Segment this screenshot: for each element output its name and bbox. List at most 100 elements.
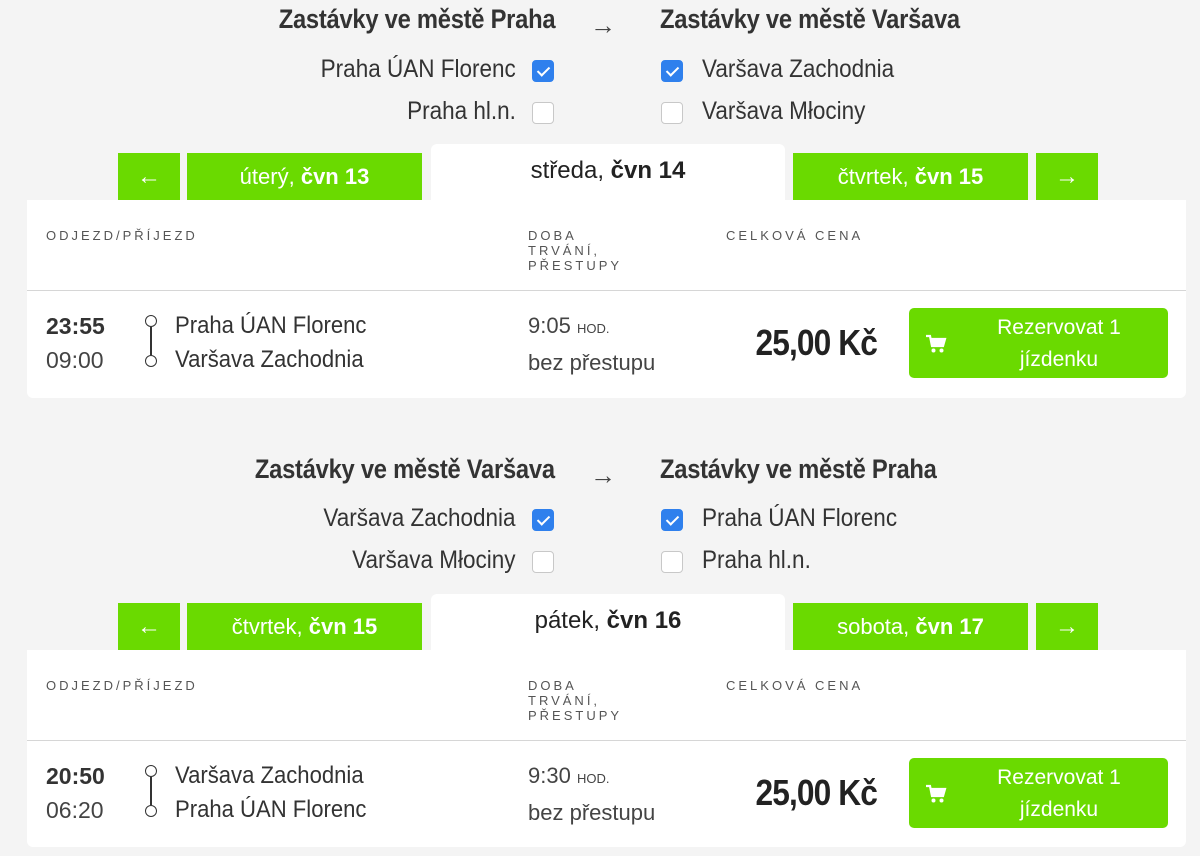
date-tabs: ← čtvrtek, čvn 15 pátek, čvn 16 sobota, … (0, 594, 1200, 650)
duration-unit: HOD. (576, 771, 610, 786)
cart-icon (926, 784, 947, 803)
route-header: Zastávky ve městě Praha → Zastávky ve mě… (0, 4, 1200, 44)
to-stop-checkbox[interactable] (661, 551, 683, 573)
tab-date: čvn 13 (300, 164, 370, 189)
column-header-price: CELKOVÁ CENA (726, 228, 864, 243)
from-stop-label: Praha ÚAN Florenc (320, 55, 516, 83)
tab-date: čvn 14 (610, 157, 686, 184)
tab-weekday: čtvrtek, (231, 614, 303, 639)
date-tabs: ← úterý, čvn 13 středa, čvn 14 čtvrtek, … (0, 144, 1200, 200)
to-station: Varšava Zachodnia (175, 346, 364, 373)
from-stop-label: Praha hl.n. (407, 97, 516, 125)
tab-next-day[interactable]: sobota, čvn 17 (793, 603, 1028, 650)
from-station: Varšava Zachodnia (175, 762, 364, 789)
duration-unit: HOD. (576, 321, 610, 336)
next-arrow-button[interactable]: → (1036, 603, 1098, 650)
duration-value: 9:05 (528, 313, 571, 338)
to-stop-label: Praha hl.n. (702, 546, 811, 574)
from-stop-checkbox[interactable] (532, 509, 554, 531)
tab-weekday: sobota, (837, 614, 910, 639)
from-stop-checkbox[interactable] (532, 102, 554, 124)
column-header-line: TRVÁNÍ, (528, 693, 601, 708)
divider (27, 740, 1186, 741)
from-city-title: Zastávky ve městě Varšava (255, 454, 555, 484)
route-end-dot (145, 355, 157, 367)
book-label-line: Rezervovat 1 (997, 766, 1121, 789)
trip-duration: 9:05 HOD. (528, 313, 609, 339)
route-line-icon (145, 315, 159, 367)
route-start-dot (145, 765, 157, 777)
next-arrow-button[interactable]: → (1036, 153, 1098, 200)
divider (27, 290, 1186, 291)
total-price: 25,00 Kč (755, 772, 877, 813)
results-card: ODJEZD/PŘÍJEZD DOBA TRVÁNÍ, PŘESTUPY CEL… (27, 650, 1186, 847)
direction-arrow: → (590, 10, 616, 40)
route-end-dot (145, 805, 157, 817)
to-city-title: Zastávky ve městě Praha (660, 454, 937, 484)
book-ticket-button[interactable]: Rezervovat 1 jízdenku (909, 308, 1168, 378)
to-stop-label: Varšava Młociny (702, 97, 866, 125)
tab-active-day[interactable]: pátek, čvn 16 (431, 594, 785, 650)
duration-value: 9:30 (528, 763, 571, 788)
column-header-line: PŘESTUPY (528, 708, 623, 723)
from-stop-label: Varšava Młociny (352, 546, 516, 574)
column-header-departure: ODJEZD/PŘÍJEZD (46, 228, 198, 243)
prev-arrow-button[interactable]: ← (118, 153, 180, 200)
tab-weekday: středa, (530, 157, 604, 184)
book-ticket-button[interactable]: Rezervovat 1 jízdenku (909, 758, 1168, 828)
from-city-title: Zastávky ve městě Praha (278, 4, 555, 34)
from-station: Praha ÚAN Florenc (175, 312, 367, 339)
to-station: Praha ÚAN Florenc (175, 796, 367, 823)
to-stop-checkbox[interactable] (661, 102, 683, 124)
tab-weekday: čtvrtek, (837, 164, 909, 189)
direction-arrow: → (590, 460, 616, 490)
book-label-line: jízdenku (1019, 348, 1099, 371)
transfers-info: bez přestupu (528, 350, 656, 375)
column-header-line: DOBA (528, 228, 577, 243)
transfers-info: bez přestupu (528, 800, 656, 825)
results-card: ODJEZD/PŘÍJEZD DOBA TRVÁNÍ, PŘESTUPY CEL… (27, 200, 1186, 398)
book-button-label: Rezervovat 1 jízdenku (969, 762, 1149, 826)
column-header-line: PŘESTUPY (528, 258, 623, 273)
arrival-time: 09:00 (46, 347, 104, 373)
prev-arrow-button[interactable]: ← (118, 603, 180, 650)
tab-active-day[interactable]: středa, čvn 14 (431, 144, 785, 200)
route-connector (150, 777, 152, 805)
departure-time: 20:50 (46, 763, 105, 789)
book-label-line: jízdenku (1019, 798, 1099, 821)
to-city-title: Zastávky ve městě Varšava (660, 4, 960, 34)
tab-previous-day[interactable]: čtvrtek, čvn 15 (187, 603, 422, 650)
trip-duration: 9:30 HOD. (528, 763, 609, 789)
column-header-duration: DOBA TRVÁNÍ, PŘESTUPY (528, 228, 622, 273)
tab-date: čvn 15 (308, 614, 378, 639)
from-stop-label: Varšava Zachodnia (323, 504, 516, 532)
route-line-icon (145, 765, 159, 817)
tab-next-day[interactable]: čtvrtek, čvn 15 (793, 153, 1028, 200)
arrival-time: 06:20 (46, 797, 104, 823)
cart-icon (926, 334, 947, 353)
tab-date: čvn 17 (915, 614, 984, 639)
route-connector (150, 327, 152, 355)
to-stop-checkbox[interactable] (661, 60, 683, 82)
book-label-line: Rezervovat 1 (997, 316, 1121, 339)
from-stop-checkbox[interactable] (532, 551, 554, 573)
route-header: Zastávky ve městě Varšava → Zastávky ve … (0, 454, 1200, 494)
to-stop-label: Praha ÚAN Florenc (702, 504, 898, 532)
column-header-line: DOBA (528, 678, 577, 693)
tab-date: čvn 16 (606, 607, 682, 634)
tab-date: čvn 15 (914, 164, 984, 189)
to-stop-checkbox[interactable] (661, 509, 683, 531)
to-stop-label: Varšava Zachodnia (702, 55, 895, 83)
from-stop-checkbox[interactable] (532, 60, 554, 82)
column-header-duration: DOBA TRVÁNÍ, PŘESTUPY (528, 678, 622, 723)
column-header-price: CELKOVÁ CENA (726, 678, 864, 693)
route-start-dot (145, 315, 157, 327)
column-header-departure: ODJEZD/PŘÍJEZD (46, 678, 198, 693)
tab-previous-day[interactable]: úterý, čvn 13 (187, 153, 422, 200)
tab-weekday: pátek, (534, 607, 600, 634)
total-price: 25,00 Kč (755, 322, 877, 363)
departure-time: 23:55 (46, 313, 105, 339)
column-header-line: TRVÁNÍ, (528, 243, 601, 258)
book-button-label: Rezervovat 1 jízdenku (969, 312, 1149, 376)
tab-weekday: úterý, (239, 164, 295, 189)
